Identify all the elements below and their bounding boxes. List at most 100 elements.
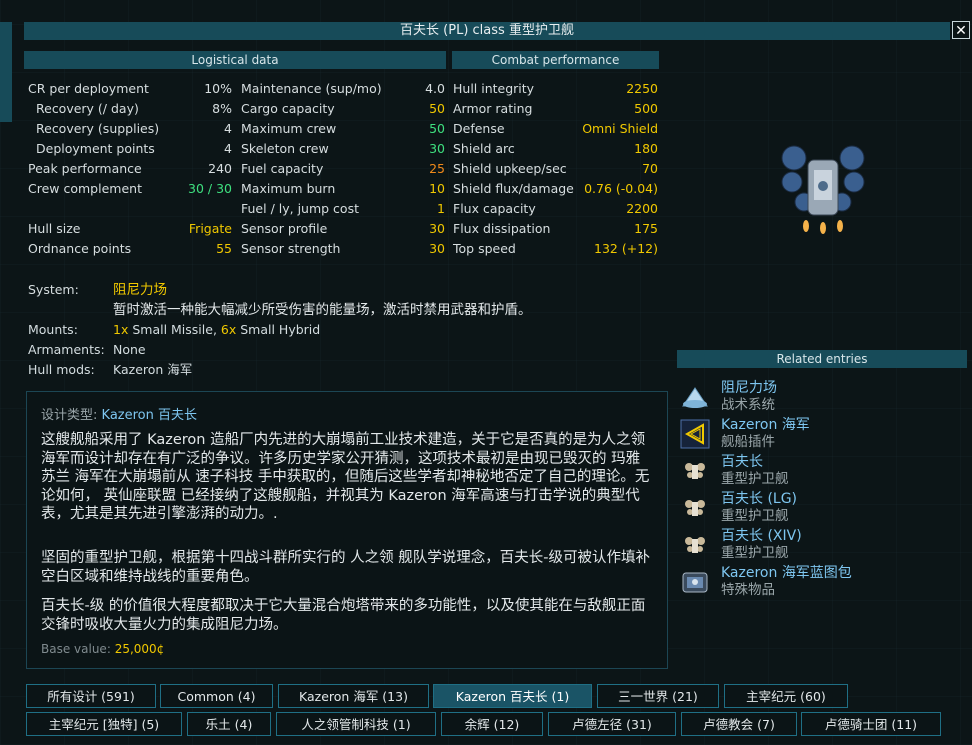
base-value-amount: 25,000¢	[114, 642, 165, 656]
combat-label: Shield arc	[453, 141, 515, 156]
related-entry-subtitle: 战术系统	[721, 397, 775, 413]
mounts-label: Mounts:	[28, 322, 78, 337]
logistics-col2-label: Fuel capacity	[241, 161, 324, 176]
close-button[interactable]: ✕	[952, 21, 970, 39]
related-entry-subtitle: 重型护卫舰	[721, 471, 789, 487]
combat-value: 180	[634, 141, 658, 156]
system-description: 暂时激活一种能大幅减少所受伤害的能量场，激活时禁用武器和护盾。	[113, 302, 532, 318]
mounts-type-1: Small Missile,	[128, 322, 221, 337]
logistics-col1-value: 4	[224, 141, 232, 156]
logistics-col2-value: 50	[429, 121, 445, 136]
related-entry-title: 百夫长 (LG)	[721, 491, 798, 507]
combat-label: Flux capacity	[453, 201, 536, 216]
design-filter-tab[interactable]: 主宰纪元 (60)	[724, 684, 848, 708]
logistics-col1-value: 55	[216, 241, 232, 256]
mounts-type-2: Small Hybrid	[236, 322, 321, 337]
related-entry[interactable]: 百夫长 重型护卫舰	[678, 454, 968, 490]
mounts-count-2: 6x	[220, 322, 237, 337]
design-filter-tab[interactable]: 三一世界 (21)	[597, 684, 719, 708]
armaments-label: Armaments:	[28, 342, 105, 357]
combat-value: 2250	[626, 81, 658, 96]
design-filter-tab[interactable]: 主宰纪元 [独特] (5)	[26, 712, 182, 736]
related-entry-title: 百夫长 (XIV)	[721, 528, 802, 544]
design-filter-tab[interactable]: 人之领管制科技 (1)	[276, 712, 436, 736]
related-entries-header: Related entries	[677, 350, 967, 368]
related-entry[interactable]: Kazeron 海军 舰船插件	[678, 417, 968, 453]
logistics-col2-label: Maximum burn	[241, 181, 336, 196]
logistical-header: Logistical data	[24, 51, 446, 69]
logistics-col2-value: 50	[429, 101, 445, 116]
design-type: 设计类型: Kazeron 百夫长	[41, 404, 197, 423]
logistics-col1-value: 240	[208, 161, 232, 176]
combat-value: 2200	[626, 201, 658, 216]
system-label: System:	[28, 282, 79, 297]
system-name: 阻尼力场	[113, 282, 167, 298]
combat-label: Top speed	[453, 241, 516, 256]
logistics-col2-label: Cargo capacity	[241, 101, 335, 116]
logistics-col1-value: 8%	[212, 101, 232, 116]
related-entry[interactable]: 阻尼力场 战术系统	[678, 380, 968, 416]
logistics-col1-value: 4	[224, 121, 232, 136]
related-entry[interactable]: 百夫长 (XIV) 重型护卫舰	[678, 528, 968, 564]
logistics-col2-label: Skeleton crew	[241, 141, 329, 156]
related-entry-subtitle: 重型护卫舰	[721, 545, 789, 561]
left-panel-edge	[0, 22, 12, 122]
logistics-col2-value: 30	[429, 141, 445, 156]
mounts-value: 1x Small Missile, 6x Small Hybrid	[113, 320, 320, 340]
mounts-count-1: 1x	[113, 322, 129, 337]
logistics-col2-value: 30	[429, 221, 445, 236]
related-entry-subtitle: 重型护卫舰	[721, 508, 789, 524]
logistics-col2-value: 25	[429, 161, 445, 176]
related-entry[interactable]: Kazeron 海军蓝图包 特殊物品	[678, 565, 968, 601]
design-filter-tab[interactable]: 卢德教会 (7)	[681, 712, 797, 736]
combat-header: Combat performance	[452, 51, 659, 69]
related-entry-subtitle: 特殊物品	[721, 582, 775, 598]
design-filter-tab[interactable]: 卢德骑士团 (11)	[801, 712, 941, 736]
design-filter-tab[interactable]: Kazeron 百夫长 (1)	[433, 684, 592, 708]
design-filter-tab[interactable]: 余辉 (12)	[441, 712, 543, 736]
logistics-col2-value: 1	[437, 201, 445, 216]
combat-label: Defense	[453, 121, 505, 136]
logistics-col1-value: 30 / 30	[188, 181, 232, 196]
hullmods-value: Kazeron 海军	[113, 362, 193, 377]
related-entry-title: 百夫长	[721, 454, 763, 470]
hullmods-label: Hull mods:	[28, 362, 95, 377]
design-filter-tab[interactable]: 乐土 (4)	[187, 712, 271, 736]
design-type-value: Kazeron 百夫长	[101, 408, 198, 423]
design-filter-tab[interactable]: 卢德左径 (31)	[548, 712, 676, 736]
logistics-col2-value: 4.0	[425, 81, 445, 96]
design-filter-tab[interactable]: 所有设计 (591)	[26, 684, 156, 708]
related-entry-subtitle: 舰船插件	[721, 434, 775, 450]
description-paragraph-1: 这艘舰船采用了 Kazeron 造船厂内先进的大崩塌前工业技术建造，关于它是否真…	[41, 432, 650, 522]
combat-label: Flux dissipation	[453, 221, 551, 236]
logistics-col2-value: 10	[429, 181, 445, 196]
combat-label: Hull integrity	[453, 81, 535, 96]
close-icon: ✕	[955, 23, 967, 39]
design-filter-tab[interactable]: Common (4)	[160, 684, 273, 708]
combat-value: Omni Shield	[582, 121, 658, 136]
combat-value: 500	[634, 101, 658, 116]
logistics-col2-label: Sensor profile	[241, 221, 328, 236]
armaments-value: None	[113, 342, 146, 357]
related-entry[interactable]: 百夫长 (LG) 重型护卫舰	[678, 491, 968, 527]
related-entry-title: Kazeron 海军	[721, 417, 810, 433]
description-panel: 设计类型: Kazeron 百夫长 这艘舰船采用了 Kazeron 造船厂内先进…	[26, 391, 668, 669]
system-row: System:	[28, 280, 79, 300]
design-type-label: 设计类型:	[41, 408, 98, 423]
related-entry-title: 阻尼力场	[721, 380, 777, 396]
base-value: Base value: 25,000¢	[41, 642, 164, 656]
logistics-col1-value: Frigate	[188, 221, 232, 236]
page-title: 百夫长 (PL) class 重型护卫舰	[24, 22, 950, 40]
ship-image	[781, 145, 865, 234]
logistics-col2-value: 30	[429, 241, 445, 256]
base-value-label: Base value:	[41, 642, 111, 656]
combat-label: Armor rating	[453, 101, 533, 116]
design-filter-tab[interactable]: Kazeron 海军 (13)	[278, 684, 429, 708]
related-entry-title: Kazeron 海军蓝图包	[721, 565, 852, 581]
logistics-col1-value: 10%	[204, 81, 232, 96]
combat-value: 132 (+12)	[594, 241, 658, 256]
logistics-col1-label: Hull size	[28, 221, 81, 236]
logistics-col2-label: Maximum crew	[241, 121, 337, 136]
description-paragraph-2: 坚固的重型护卫舰，根据第十四战斗群所实行的 人之领 舰队学说理念，百夫长-级可被…	[41, 550, 650, 585]
combat-value: 175	[634, 221, 658, 236]
